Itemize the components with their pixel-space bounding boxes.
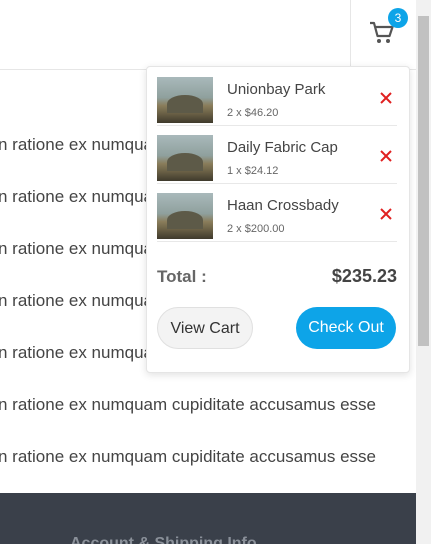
content-text-line: n ratione ex numquam cupiditate accusamu… [0,447,376,466]
footer-title: Account & Shipping Info [70,535,257,544]
product-thumbnail[interactable] [157,77,213,123]
total-label: Total : [157,267,207,286]
checkout-button[interactable]: Check Out [296,307,396,349]
cart-button[interactable]: 3 [350,0,416,69]
content-text-line: n ratione ex numquam cupiditate accusamu… [0,395,376,414]
cart-item: Unionbay Park 2 x $46.20 [157,67,397,126]
cart-item: Daily Fabric Cap 1 x $24.12 [157,125,397,184]
cart-item: Haan Crossbady 2 x $200.00 [157,183,397,242]
cart-item-qty-price: 2 x $46.20 [227,107,279,119]
product-thumbnail[interactable] [157,193,213,239]
cart-dropdown: Unionbay Park 2 x $46.20 Daily Fabric Ca… [146,66,410,373]
page-scrollbar[interactable] [416,0,431,544]
cart-item-name[interactable]: Daily Fabric Cap [227,139,338,156]
total-value: $235.23 [331,266,397,286]
remove-item-icon[interactable] [379,91,393,105]
view-cart-button[interactable]: View Cart [157,307,253,349]
cart-item-qty-price: 1 x $24.12 [227,165,279,177]
site-header: 3 [0,0,416,70]
site-footer: Account & Shipping Info [0,493,416,544]
remove-item-icon[interactable] [379,149,393,163]
cart-item-name[interactable]: Haan Crossbady [227,197,339,214]
cart-count-badge: 3 [388,8,408,28]
cart-item-qty-price: 2 x $200.00 [227,223,285,235]
cart-item-name[interactable]: Unionbay Park [227,81,325,98]
remove-item-icon[interactable] [379,207,393,221]
product-thumbnail[interactable] [157,135,213,181]
scrollbar-thumb[interactable] [418,16,429,346]
